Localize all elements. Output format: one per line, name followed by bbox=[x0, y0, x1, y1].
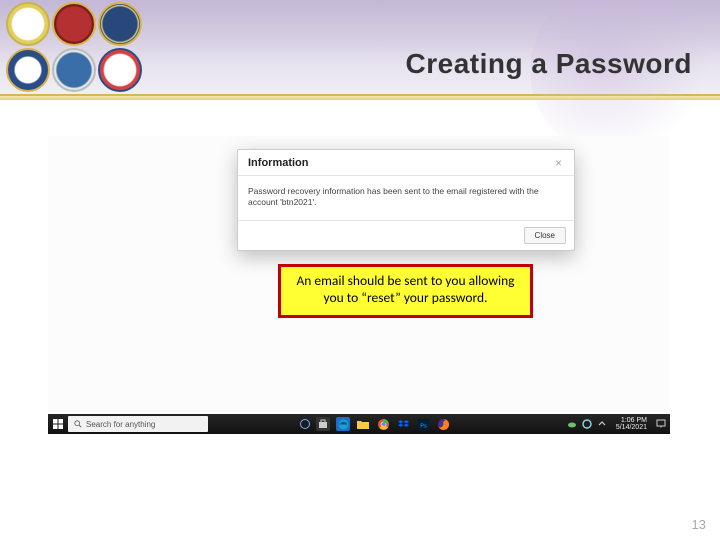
slide-number: 13 bbox=[692, 517, 706, 532]
taskbar-pinned-apps: Ps bbox=[300, 417, 450, 431]
cortana-icon[interactable] bbox=[300, 419, 310, 429]
close-icon[interactable]: × bbox=[553, 156, 564, 170]
tray-cloud-icon[interactable] bbox=[567, 419, 577, 429]
notifications-icon[interactable] bbox=[656, 419, 666, 429]
seal-navy-icon bbox=[98, 2, 142, 46]
windows-icon bbox=[53, 419, 63, 429]
photoshop-icon[interactable]: Ps bbox=[416, 417, 430, 431]
modal-header: Information × bbox=[238, 150, 574, 176]
edge-icon[interactable] bbox=[336, 417, 350, 431]
taskbar-search-input[interactable]: Search for anything bbox=[68, 416, 208, 432]
clock-time: 1:06 PM bbox=[616, 417, 647, 424]
clock-date: 5/14/2021 bbox=[616, 424, 647, 431]
slide-title: Creating a Password bbox=[406, 48, 692, 80]
modal-footer: Close bbox=[238, 220, 574, 250]
seal-coastguard-icon bbox=[98, 48, 142, 92]
file-explorer-icon[interactable] bbox=[356, 417, 370, 431]
browser-view: Information × Password recovery informat… bbox=[48, 136, 670, 434]
info-modal: Information × Password recovery informat… bbox=[237, 149, 575, 251]
instruction-callout: An email should be sent to you allowing … bbox=[278, 264, 533, 318]
search-placeholder: Search for anything bbox=[86, 420, 155, 429]
service-seals bbox=[6, 2, 142, 92]
seal-army-icon bbox=[6, 2, 50, 46]
tray-chevron-up-icon[interactable] bbox=[597, 419, 607, 429]
store-icon[interactable] bbox=[316, 417, 330, 431]
modal-close-button[interactable]: Close bbox=[524, 227, 566, 244]
system-tray: 1:06 PM 5/14/2021 bbox=[567, 417, 670, 431]
modal-title: Information bbox=[248, 157, 309, 169]
svg-text:Ps: Ps bbox=[420, 423, 427, 429]
slide-header: Creating a Password bbox=[0, 0, 720, 96]
firefox-icon[interactable] bbox=[436, 417, 450, 431]
dropbox-icon[interactable] bbox=[396, 417, 410, 431]
search-icon bbox=[74, 420, 82, 428]
windows-taskbar: Search for anything bbox=[48, 414, 670, 434]
taskbar-clock[interactable]: 1:06 PM 5/14/2021 bbox=[612, 417, 651, 431]
seal-dod-icon bbox=[6, 48, 50, 92]
modal-body-text: Password recovery information has been s… bbox=[238, 176, 574, 220]
tray-sync-icon[interactable] bbox=[582, 419, 592, 429]
chrome-icon[interactable] bbox=[376, 417, 390, 431]
seal-airforce-icon bbox=[52, 48, 96, 92]
start-button[interactable] bbox=[48, 414, 68, 434]
seal-marines-icon bbox=[52, 2, 96, 46]
screenshot-area: Information × Password recovery informat… bbox=[48, 136, 670, 454]
